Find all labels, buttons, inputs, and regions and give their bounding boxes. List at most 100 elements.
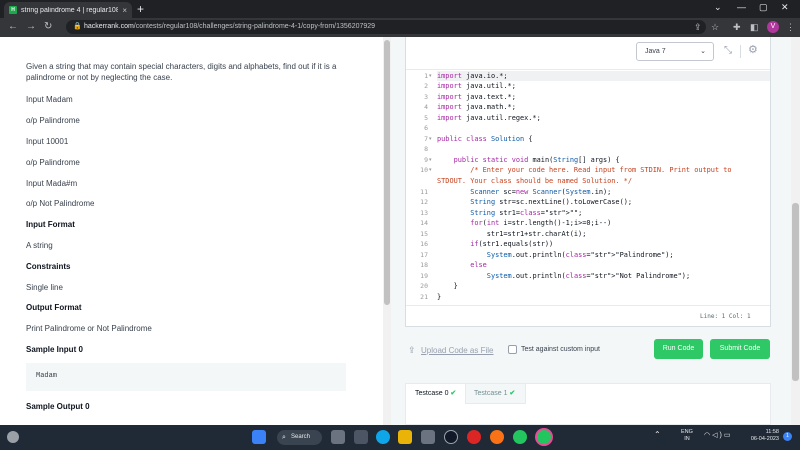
line-number: 9 xyxy=(424,156,428,164)
code-line[interactable]: } xyxy=(437,292,441,302)
chrome-icon[interactable] xyxy=(513,430,527,444)
share-icon[interactable]: ⇪ xyxy=(694,21,702,33)
code-line[interactable]: import java.util.*; xyxy=(437,81,516,91)
line-number: 2 xyxy=(424,82,428,90)
code-line[interactable]: STDOUT. Your class should be named Solut… xyxy=(437,176,632,186)
example-line: Input 10001 xyxy=(26,137,69,146)
check-icon: ✔ xyxy=(509,390,516,397)
edge-icon[interactable] xyxy=(376,430,390,444)
reload-icon[interactable]: ↻ xyxy=(44,20,52,34)
address-bar[interactable]: 🔒 hackerrank.com/contests/regular108/chal… xyxy=(66,20,706,34)
language-value: Java 7 xyxy=(645,48,666,55)
code-line[interactable]: import java.io.*; xyxy=(437,71,508,81)
example-line: o/p Palindrome xyxy=(26,158,80,167)
upload-code-link[interactable]: Upload Code as File xyxy=(421,346,493,355)
bookmark-star-icon[interactable]: ☆ xyxy=(711,21,719,33)
task-view-icon[interactable] xyxy=(331,430,345,444)
close-window-icon[interactable]: ✕ xyxy=(781,2,789,13)
store-icon[interactable] xyxy=(421,430,435,444)
code-line[interactable]: public static void main(String[] args) { xyxy=(437,155,620,165)
line-number: 6 xyxy=(424,124,428,132)
code-line[interactable]: import java.util.regex.*; xyxy=(437,113,541,123)
code-line[interactable]: import java.math.*; xyxy=(437,102,516,112)
url-host: hackerrank.com xyxy=(84,23,134,30)
app-icon[interactable] xyxy=(467,430,481,444)
tab-close-icon[interactable]: × xyxy=(122,6,127,15)
code-line[interactable]: System.out.println(class="str">"Not Pali… xyxy=(437,271,690,281)
code-line[interactable]: import java.text.*; xyxy=(437,92,516,102)
check-icon: ✔ xyxy=(450,390,457,397)
profile-avatar[interactable]: V xyxy=(767,21,779,33)
lang-line: IN xyxy=(684,436,690,442)
constraints-text: Single line xyxy=(26,283,63,292)
custom-input-checkbox[interactable] xyxy=(508,345,517,354)
browser-tab[interactable]: H string palindrome 4 | regular108 × xyxy=(4,2,132,18)
run-code-button[interactable]: Run Code xyxy=(654,339,703,359)
file-explorer-icon[interactable] xyxy=(398,430,412,444)
tray-overflow-icon[interactable]: ⌃ xyxy=(654,430,661,439)
tab-testcase-0[interactable]: Testcase 0 ✔ xyxy=(406,384,466,404)
volume-icon: ◁) xyxy=(712,432,724,439)
weather-icon[interactable] xyxy=(7,431,19,443)
problem-statement-pane: Given a string that may contain special … xyxy=(0,37,383,425)
clock[interactable]: 11:58 06-04-2023 xyxy=(745,429,779,443)
tab-label: Testcase 0 xyxy=(415,390,449,397)
line-number: 5 xyxy=(424,114,428,122)
line-number: 4 xyxy=(424,103,428,111)
line-number: 8 xyxy=(424,145,428,153)
code-line[interactable]: else xyxy=(437,260,487,270)
line-number: 19 xyxy=(420,272,428,280)
language-select[interactable]: Java 7 ⌄ xyxy=(636,42,714,61)
upload-icon[interactable]: ⇪ xyxy=(408,345,416,356)
gear-icon[interactable]: ⚙ xyxy=(748,45,758,56)
fold-arrow-icon[interactable]: ▾ xyxy=(429,71,432,81)
code-line[interactable]: str1=str1+str.charAt(i); xyxy=(437,229,587,239)
new-tab-button[interactable]: + xyxy=(137,3,144,15)
side-panel-icon[interactable]: ◧ xyxy=(750,21,759,33)
code-line[interactable]: } xyxy=(437,281,458,291)
widgets-icon[interactable] xyxy=(354,430,368,444)
extensions-icon[interactable]: ✚ xyxy=(733,21,741,33)
code-line[interactable]: Scanner sc=new Scanner(System.in); xyxy=(437,187,611,197)
line-number: 12 xyxy=(420,198,428,206)
code-line[interactable]: String str1=class="str">""; xyxy=(437,208,582,218)
chrome-profile-icon[interactable] xyxy=(537,430,551,444)
line-number: 13 xyxy=(420,209,428,217)
custom-input-label[interactable]: Test against custom input xyxy=(521,346,600,353)
minimize-icon[interactable]: — xyxy=(737,2,746,12)
sample-input-box: Madam xyxy=(26,363,346,391)
constraints-heading: Constraints xyxy=(26,262,71,271)
code-line[interactable]: String str=sc.nextLine().toLowerCase(); xyxy=(437,197,632,207)
fold-arrow-icon[interactable]: ▾ xyxy=(429,134,432,144)
taskbar-search[interactable]: ⌕ Search xyxy=(277,430,322,445)
language-indicator[interactable]: ENG IN xyxy=(681,429,693,443)
code-line[interactable]: System.out.println(class="str">"Palindro… xyxy=(437,250,674,260)
fold-arrow-icon[interactable]: ▾ xyxy=(429,165,432,175)
code-line[interactable]: if(str1.equals(str)) xyxy=(437,239,553,249)
line-number: 17 xyxy=(420,251,428,259)
tray-icons[interactable]: ◠◁)▭ xyxy=(704,431,732,439)
code-line[interactable]: for(int i=str.length()-1;i>=0;i--) xyxy=(437,218,611,228)
notification-badge[interactable]: 1 xyxy=(783,432,792,441)
back-icon[interactable]: ← xyxy=(8,20,18,34)
line-number: 1 xyxy=(424,72,428,80)
output-format-heading: Output Format xyxy=(26,303,82,312)
page-scroll-thumb[interactable] xyxy=(792,203,799,381)
search-icon: ⌕ xyxy=(282,434,286,441)
tab-testcase-1[interactable]: Testcase 1 ✔ xyxy=(466,384,526,404)
maximize-icon[interactable]: ▢ xyxy=(759,2,768,13)
example-line: Input Madam xyxy=(26,95,73,104)
firefox-icon[interactable] xyxy=(490,430,504,444)
windows-start-icon[interactable] xyxy=(252,430,266,444)
github-icon[interactable] xyxy=(444,430,458,444)
tab-search-chevron-icon[interactable]: ⌄ xyxy=(714,2,722,13)
left-pane-scroll-thumb[interactable] xyxy=(384,40,390,305)
fullscreen-icon[interactable]: ⤡ xyxy=(724,46,732,56)
line-number: 15 xyxy=(420,230,428,238)
submit-code-button[interactable]: Submit Code xyxy=(710,339,770,359)
fold-arrow-icon[interactable]: ▾ xyxy=(429,155,432,165)
code-line[interactable]: /* Enter your code here. Read input from… xyxy=(437,165,731,175)
code-line[interactable]: public class Solution { xyxy=(437,134,532,144)
forward-icon[interactable]: → xyxy=(26,20,36,34)
chrome-menu-icon[interactable]: ⋮ xyxy=(786,21,795,33)
